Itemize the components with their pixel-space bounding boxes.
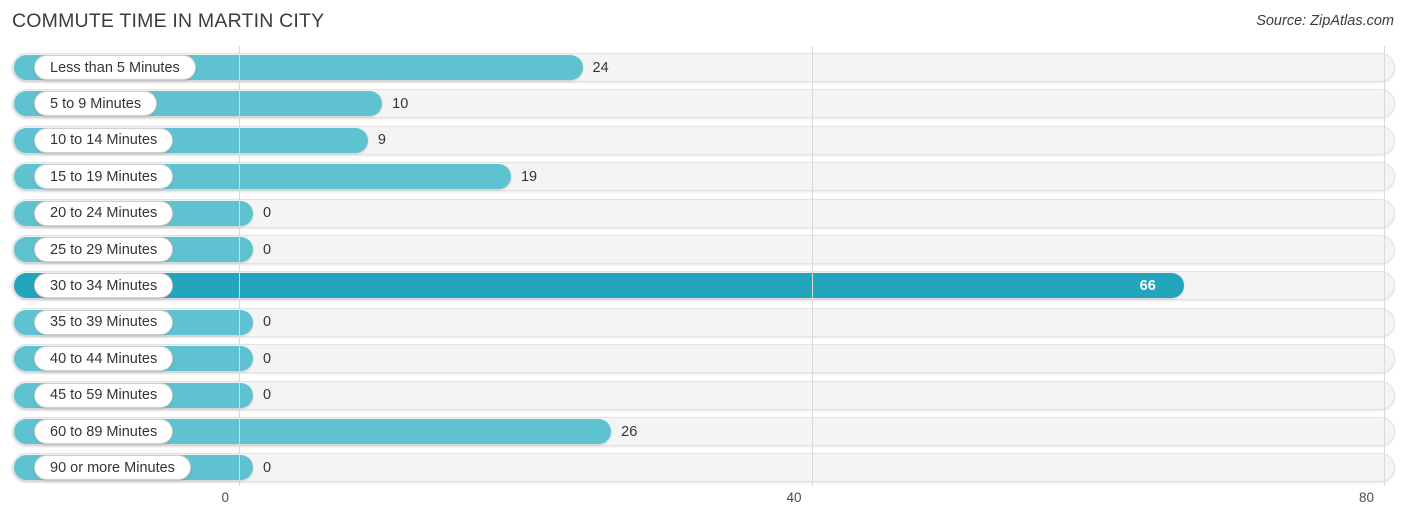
bar-value-label: 24 [592,59,609,76]
table-row[interactable]: 40 to 44 Minutes 0 [12,344,1395,374]
table-row[interactable]: 35 to 39 Minutes 0 [12,307,1395,337]
bar-rows: Less than 5 Minutes 24 5 to 9 Minutes 10 10 … [0,46,1406,486]
bar-value-label: 66 [1139,277,1156,294]
bar-value-label: 26 [621,423,638,440]
chart-page: COMMUTE TIME IN MARTIN CITY Source: ZipA… [0,0,1406,523]
table-row[interactable]: 20 to 24 Minutes 0 [12,198,1395,228]
bar-category-label: 35 to 39 Minutes [34,309,174,335]
bar-value-label: 10 [392,95,409,112]
bar[interactable] [14,273,1184,299]
bar-category-label: 60 to 89 Minutes [34,419,174,444]
table-row[interactable]: 15 to 19 Minutes 19 [12,162,1395,192]
bar-category-label: 10 to 14 Minutes [34,127,174,153]
table-row[interactable]: 45 to 59 Minutes 0 [12,380,1395,410]
bar-value-label: 0 [263,241,272,258]
plot-area: Less than 5 Minutes 24 5 to 9 Minutes 10 10 … [0,46,1406,486]
axis-tick-label: 80 [1358,490,1374,505]
bar-value-label: 19 [520,168,538,185]
bar-category-label: 45 to 59 Minutes [34,382,174,408]
page-title: COMMUTE TIME IN MARTIN CITY [12,10,325,32]
bar-value-label: 0 [263,459,272,476]
source-attribution: Source: ZipAtlas.com [1256,13,1394,29]
axis-tick-label: 40 [786,490,802,505]
bar-value-label: 0 [263,205,272,222]
bar-category-label: 15 to 19 Minutes [34,164,174,190]
x-axis: 0 40 80 [0,486,1406,523]
bar-category-label: 40 to 44 Minutes [34,346,174,372]
bar-value-label: 9 [377,132,386,149]
bar-category-label: Less than 5 Minutes [34,55,196,80]
bar-category-label: 25 to 29 Minutes [34,237,174,262]
bar-value-label: 0 [263,387,272,404]
table-row[interactable]: 5 to 9 Minutes 10 [12,89,1395,119]
bar-value-label: 0 [263,314,272,331]
table-row[interactable]: 90 or more Minutes 0 [12,453,1395,483]
bar-value-label: 0 [263,350,272,367]
bar-category-label: 20 to 24 Minutes [34,200,174,226]
table-row[interactable]: 30 to 34 Minutes 66 [12,271,1395,301]
axis-tick-label: 0 [221,490,229,505]
table-row[interactable]: 10 to 14 Minutes 9 [12,125,1395,155]
bar-category-label: 5 to 9 Minutes [34,91,158,117]
bar-category-label: 30 to 34 Minutes [34,273,174,299]
table-row[interactable]: 25 to 29 Minutes 0 [12,235,1395,264]
bar-category-label: 90 or more Minutes [34,455,191,481]
table-row[interactable]: 60 to 89 Minutes 26 [12,417,1395,446]
table-row[interactable]: Less than 5 Minutes 24 [12,53,1395,82]
